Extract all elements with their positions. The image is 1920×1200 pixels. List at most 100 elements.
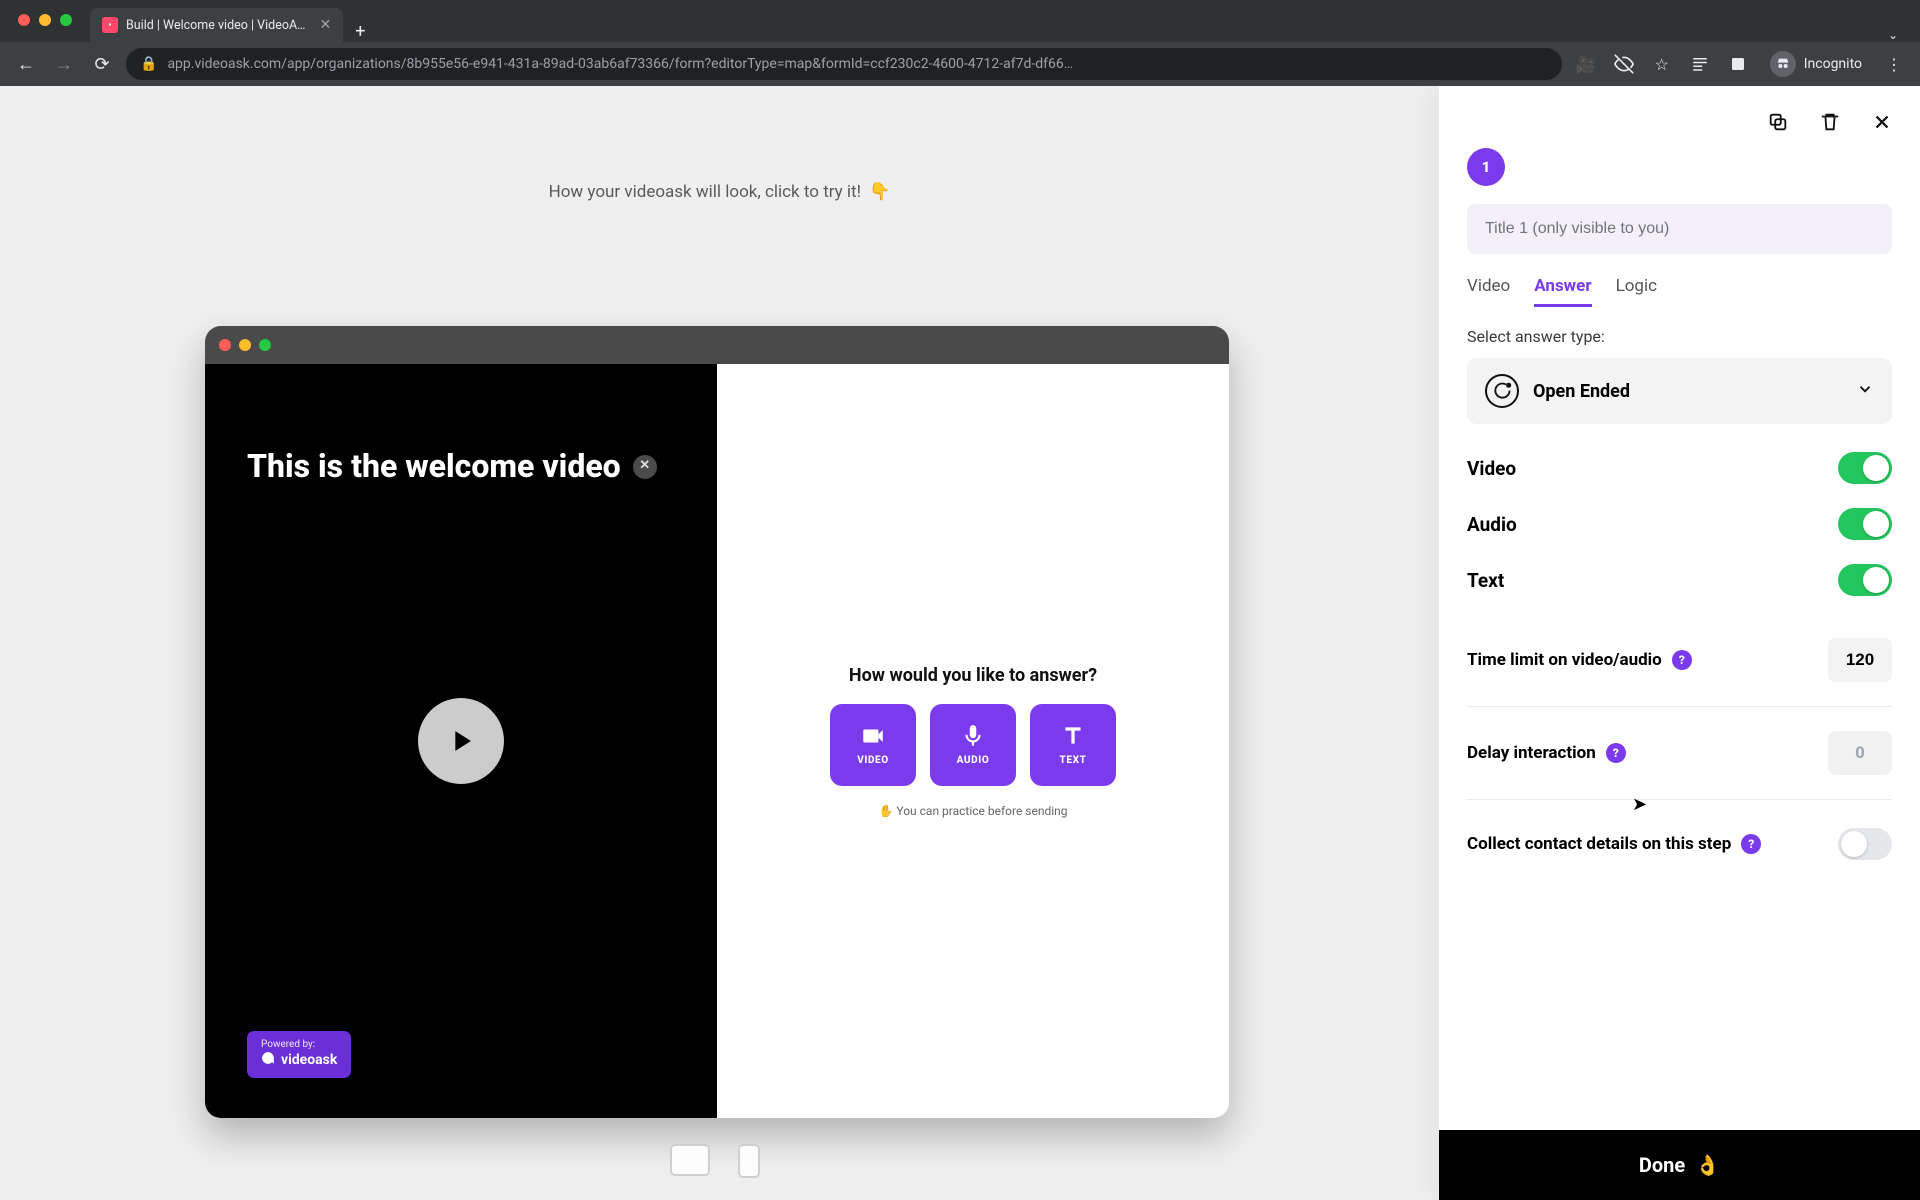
videoask-preview-window[interactable]: This is the welcome video ✕ Powered by: [205,326,1229,1118]
camera-permission-icon[interactable]: 🎥 [1572,50,1600,78]
powered-by-brand: videoask [261,1051,337,1070]
delete-step-button[interactable] [1816,108,1844,136]
tab-overflow-icon[interactable]: ⌄ [1874,28,1912,42]
collect-contact-label: Collect contact details on this step [1467,834,1731,854]
video-overlay-title: This is the welcome video ✕ [247,446,657,488]
preview-caption-text: How your videoask will look, click to tr… [549,182,861,202]
step-settings-panel: 1 Video Answer Logic Select answer type:… [1439,86,1920,1200]
answer-video-label: VIDEO [857,755,889,766]
preview-video-pane[interactable]: This is the welcome video ✕ Powered by: [205,364,717,1118]
canvas-area[interactable]: How your videoask will look, click to tr… [0,86,1439,1200]
tab-title: Build | Welcome video | VideoA… [126,18,305,33]
answer-prompt: How would you like to answer? [849,665,1097,686]
collect-contact-switch[interactable] [1838,828,1892,860]
brand-text: videoask [281,1052,337,1069]
ok-hand-emoji: 👌 [1695,1153,1720,1177]
device-preview-toggle [670,1144,760,1178]
preview-minimize-dot[interactable] [239,339,251,351]
delay-help-icon[interactable]: ? [1606,743,1626,763]
toggle-video-row: Video [1439,452,1920,484]
toggle-text-switch[interactable] [1838,564,1892,596]
panel-action-row [1439,86,1920,140]
powered-by-badge[interactable]: Powered by: videoask [247,1031,351,1078]
incognito-label: Incognito [1804,56,1862,72]
window-close-dot[interactable] [18,14,30,26]
text-icon [1060,723,1086,749]
forward-button[interactable]: → [50,50,78,78]
toggle-text-label: Text [1467,569,1504,592]
kebab-menu-icon[interactable]: ⋮ [1880,50,1908,78]
delay-interaction-row: Delay interaction ? [1439,731,1920,775]
mobile-preview-button[interactable] [738,1144,760,1178]
browser-window: • Build | Welcome video | VideoA… ✕ + ⌄ … [0,0,1920,1200]
mouse-cursor-icon: ➤ [1632,794,1647,815]
microphone-icon [960,723,986,749]
tab-video[interactable]: Video [1467,276,1510,307]
new-tab-button[interactable]: + [343,21,377,42]
practice-hint: ✋ You can practice before sending [878,804,1067,818]
preview-caption: How your videoask will look, click to tr… [549,182,891,202]
tab-strip: • Build | Welcome video | VideoA… ✕ + ⌄ [0,0,1920,42]
browser-toolbar: ← → ⟳ 🔒 app.videoask.com/app/organizatio… [0,42,1920,86]
toggle-video-switch[interactable] [1838,452,1892,484]
time-limit-row: Time limit on video/audio ? [1439,638,1920,682]
preview-answer-pane: How would you like to answer? VIDEO AUDI… [717,364,1229,1118]
panel-tabs: Video Answer Logic [1439,276,1920,307]
toggle-text-row: Text [1439,564,1920,596]
eye-off-icon[interactable] [1610,50,1638,78]
step-number: 1 [1482,158,1491,176]
incognito-indicator[interactable]: Incognito [1762,51,1870,77]
collect-contact-help-icon[interactable]: ? [1741,834,1761,854]
powered-by-label: Powered by: [261,1039,337,1051]
mac-traffic-lights [18,14,72,26]
answer-type-value: Open Ended [1533,381,1630,402]
window-zoom-dot[interactable] [60,14,72,26]
desktop-preview-button[interactable] [670,1144,710,1176]
tab-logic[interactable]: Logic [1616,276,1657,307]
preview-body: This is the welcome video ✕ Powered by: [205,364,1229,1118]
browser-tab[interactable]: • Build | Welcome video | VideoA… ✕ [90,8,343,42]
preview-zoom-dot[interactable] [259,339,271,351]
answer-text-label: TEXT [1060,755,1087,766]
answer-audio-label: AUDIO [957,755,990,766]
star-bookmark-icon[interactable]: ☆ [1648,50,1676,78]
done-label: Done [1639,1153,1685,1177]
done-button[interactable]: Done 👌 [1439,1130,1920,1200]
toggle-audio-switch[interactable] [1838,508,1892,540]
back-button[interactable]: ← [12,50,40,78]
window-minimize-dot[interactable] [39,14,51,26]
answer-buttons-row: VIDEO AUDIO TEXT [830,704,1116,786]
answer-audio-button[interactable]: AUDIO [930,704,1016,786]
reload-button[interactable]: ⟳ [88,50,116,78]
preview-close-dot[interactable] [219,339,231,351]
step-number-chip[interactable]: 1 [1467,148,1505,186]
duplicate-step-button[interactable] [1764,108,1792,136]
camera-icon [860,723,886,749]
videoask-logo-icon [261,1051,275,1070]
toggle-audio-row: Audio [1439,508,1920,540]
overlay-title-text: This is the welcome video [247,446,621,488]
divider [1467,799,1892,800]
step-title-input[interactable] [1467,204,1892,254]
chevron-down-icon [1856,380,1874,403]
close-panel-button[interactable] [1868,108,1896,136]
overlay-remove-icon[interactable]: ✕ [633,455,657,479]
answer-type-dropdown[interactable]: Open Ended [1467,358,1892,424]
app-content: How your videoask will look, click to tr… [0,86,1920,1200]
extensions-icon[interactable] [1724,50,1752,78]
tab-close-icon[interactable]: ✕ [319,17,331,33]
delay-interaction-input[interactable] [1828,731,1892,775]
toggle-audio-label: Audio [1467,513,1517,536]
delay-interaction-label: Delay interaction [1467,743,1596,763]
divider [1467,706,1892,707]
reading-list-icon[interactable] [1686,50,1714,78]
play-button[interactable] [418,698,504,784]
address-bar[interactable]: 🔒 app.videoask.com/app/organizations/8b9… [126,48,1562,80]
answer-text-button[interactable]: TEXT [1030,704,1116,786]
site-info-icon[interactable]: 🔒 [140,56,157,72]
tab-answer[interactable]: Answer [1534,276,1591,307]
answer-video-button[interactable]: VIDEO [830,704,916,786]
time-limit-help-icon[interactable]: ? [1672,650,1692,670]
url-text: app.videoask.com/app/organizations/8b955… [167,56,1547,72]
time-limit-input[interactable] [1828,638,1892,682]
